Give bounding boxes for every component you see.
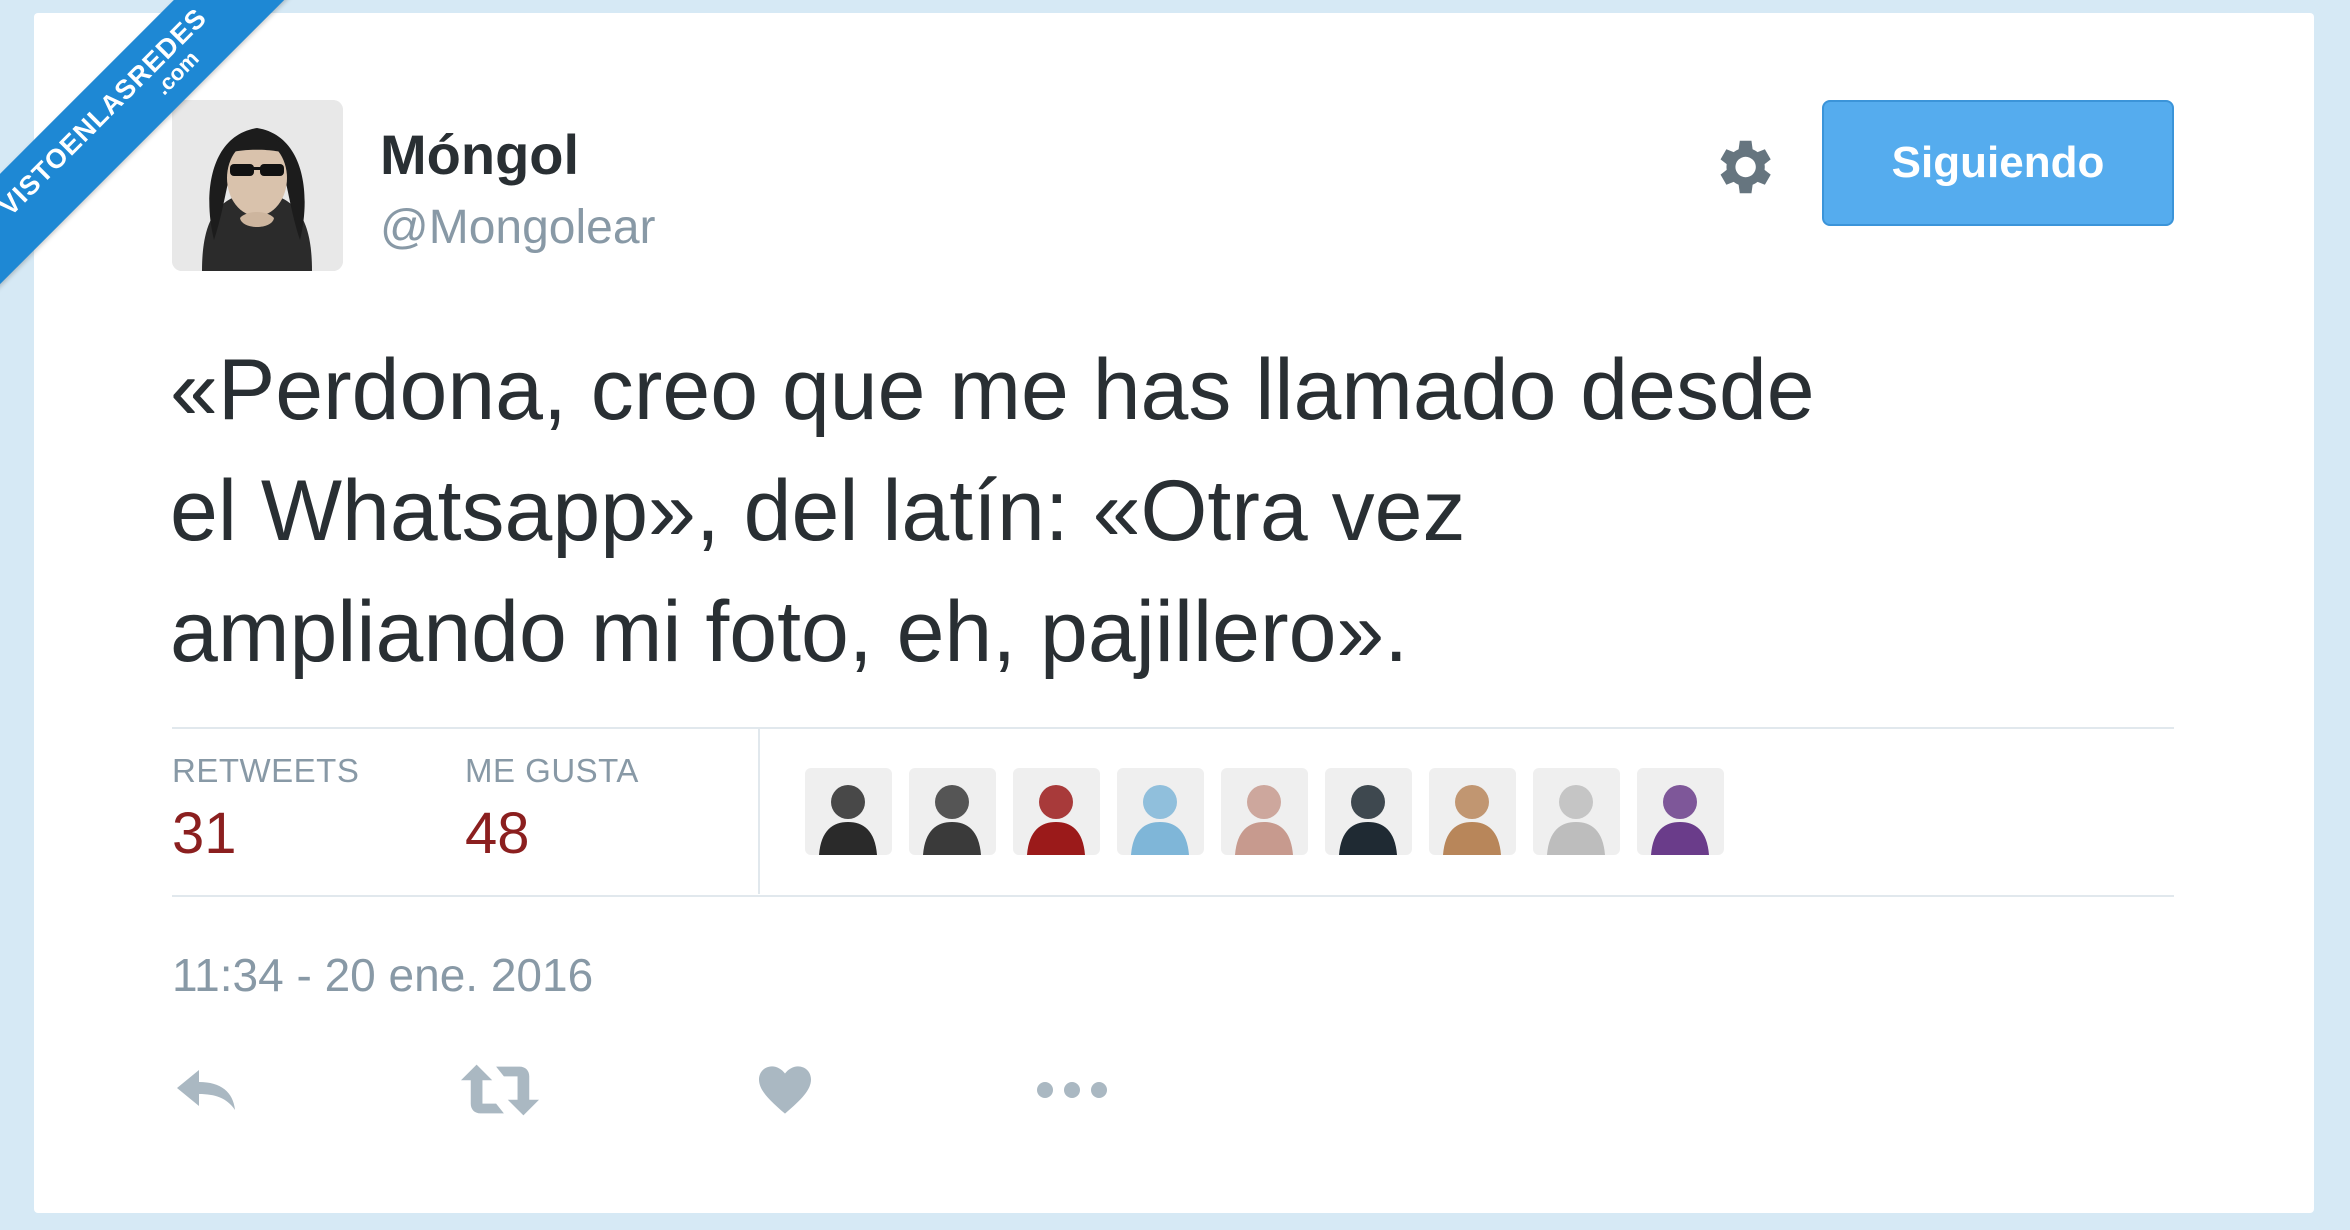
liker-avatar-2[interactable] — [909, 768, 996, 855]
liker-avatar-8[interactable] — [1533, 768, 1620, 855]
tweet-text-line: «Perdona, creo que me has llamado desde — [170, 342, 1815, 438]
user-handle[interactable]: @Mongolear — [380, 200, 656, 255]
divider — [172, 727, 2174, 729]
liker-avatar-3[interactable] — [1013, 768, 1100, 855]
liker-avatar-6[interactable] — [1325, 768, 1412, 855]
stats-divider — [758, 728, 760, 894]
liker-avatar-1[interactable] — [805, 768, 892, 855]
liker-avatar-5[interactable] — [1221, 768, 1308, 855]
likes-count[interactable]: 48 — [465, 800, 530, 867]
reply-icon — [177, 1070, 235, 1110]
avatar[interactable] — [172, 100, 343, 271]
retweets-count[interactable]: 31 — [172, 800, 237, 867]
tweet-text-line: ampliando mi foto, eh, pajillero». — [170, 584, 1409, 680]
tweet-text-line: el Whatsapp», del latín: «Otra vez — [170, 463, 1466, 559]
liker-avatar-4[interactable] — [1117, 768, 1204, 855]
more-options-button[interactable] — [1032, 1055, 1112, 1125]
retweets-label[interactable]: RETWEETS — [172, 752, 359, 790]
divider — [172, 895, 2174, 897]
retweet-icon — [461, 1064, 539, 1116]
liker-avatar-9[interactable] — [1637, 768, 1724, 855]
gear-icon[interactable] — [1708, 132, 1778, 202]
more-options-icon — [1037, 1082, 1107, 1098]
tweet-text: «Perdona, creo que me has llamado desde … — [170, 330, 2210, 693]
following-button[interactable]: Siguiendo — [1822, 100, 2174, 226]
display-name[interactable]: Móngol — [380, 122, 579, 187]
likes-label[interactable]: ME GUSTA — [465, 752, 639, 790]
retweet-button[interactable] — [460, 1055, 540, 1125]
like-button[interactable] — [750, 1055, 820, 1125]
reply-button[interactable] — [172, 1055, 242, 1125]
tweet-timestamp[interactable]: 11:34 - 20 ene. 2016 — [172, 948, 593, 1002]
like-heart-icon — [759, 1066, 811, 1114]
liker-avatar-7[interactable] — [1429, 768, 1516, 855]
liker-avatars — [805, 768, 1724, 855]
